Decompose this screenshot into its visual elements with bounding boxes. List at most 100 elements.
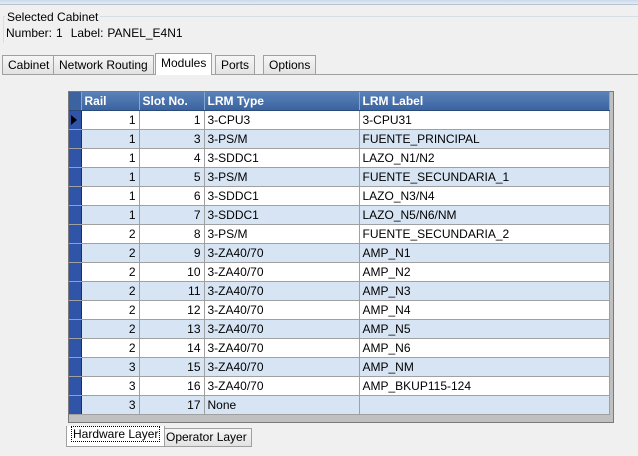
table-row[interactable]: 2 8 3-PS/M FUENTE_SECUNDARIA_2	[69, 224, 610, 244]
table-row[interactable]: 2 14 3-ZA40/70 AMP_N6	[69, 338, 610, 358]
cell-slot-no[interactable]: 17	[139, 395, 205, 415]
table-row[interactable]: 1 3 3-PS/M FUENTE_PRINCIPAL	[69, 129, 610, 149]
row-selector[interactable]	[69, 148, 82, 168]
cell-slot-no[interactable]: 6	[139, 186, 205, 206]
cell-lrm-label[interactable]: LAZO_N5/N6/NM	[359, 205, 610, 225]
cell-lrm-type[interactable]: 3-ZA40/70	[204, 281, 360, 301]
cell-lrm-type[interactable]: 3-ZA40/70	[204, 338, 360, 358]
cell-rail[interactable]: 3	[81, 357, 140, 377]
table-row[interactable]: 3 17 None	[69, 395, 610, 415]
cell-lrm-label[interactable]: AMP_N1	[359, 243, 610, 263]
cell-lrm-type[interactable]: 3-ZA40/70	[204, 243, 360, 263]
cell-lrm-label[interactable]: 3-CPU31	[359, 110, 610, 130]
row-selector[interactable]	[69, 300, 82, 320]
tab-cabinet[interactable]: Cabinet	[2, 55, 56, 74]
cell-lrm-type[interactable]: None	[204, 395, 360, 415]
cell-lrm-label[interactable]: AMP_NM	[359, 357, 610, 377]
cell-rail[interactable]: 2	[81, 262, 140, 282]
table-row[interactable]: 1 4 3-SDDC1 LAZO_N1/N2	[69, 148, 610, 168]
cell-lrm-label[interactable]: FUENTE_PRINCIPAL	[359, 129, 610, 149]
cell-lrm-type[interactable]: 3-SDDC1	[204, 205, 360, 225]
table-row[interactable]: 1 1 3-CPU3 3-CPU31	[69, 110, 610, 130]
row-selector[interactable]	[69, 186, 82, 206]
cell-lrm-type[interactable]: 3-PS/M	[204, 129, 360, 149]
cell-lrm-type[interactable]: 3-ZA40/70	[204, 376, 360, 396]
table-row[interactable]: 3 16 3-ZA40/70 AMP_BKUP115-124	[69, 376, 610, 396]
cell-slot-no[interactable]: 14	[139, 338, 205, 358]
cell-rail[interactable]: 1	[81, 186, 140, 206]
cell-lrm-label[interactable]: FUENTE_SECUNDARIA_1	[359, 167, 610, 187]
cell-lrm-label[interactable]: LAZO_N3/N4	[359, 186, 610, 206]
column-header-lrm-label[interactable]: LRM Label	[359, 92, 610, 111]
cell-slot-no[interactable]: 4	[139, 148, 205, 168]
cell-slot-no[interactable]: 3	[139, 129, 205, 149]
tab-ports[interactable]: Ports	[215, 55, 256, 74]
cell-rail[interactable]: 1	[81, 129, 140, 149]
cell-lrm-type[interactable]: 3-SDDC1	[204, 186, 360, 206]
row-selector[interactable]	[69, 319, 82, 339]
tab-hardware-layer[interactable]: Hardware Layer	[66, 426, 166, 447]
column-header-lrm-type[interactable]: LRM Type	[204, 92, 360, 111]
cell-rail[interactable]: 2	[81, 224, 140, 244]
table-row[interactable]: 2 11 3-ZA40/70 AMP_N3	[69, 281, 610, 301]
cell-lrm-type[interactable]: 3-SDDC1	[204, 148, 360, 168]
row-selector[interactable]	[69, 357, 82, 377]
cell-slot-no[interactable]: 5	[139, 167, 205, 187]
row-selector[interactable]	[69, 262, 82, 282]
table-row[interactable]: 2 13 3-ZA40/70 AMP_N5	[69, 319, 610, 339]
cell-rail[interactable]: 1	[81, 205, 140, 225]
row-selector[interactable]	[69, 129, 82, 149]
cell-lrm-label[interactable]: AMP_N5	[359, 319, 610, 339]
row-selector[interactable]	[69, 376, 82, 396]
row-selector[interactable]	[69, 395, 82, 415]
cell-lrm-type[interactable]: 3-ZA40/70	[204, 319, 360, 339]
table-row[interactable]: 2 12 3-ZA40/70 AMP_N4	[69, 300, 610, 320]
cell-rail[interactable]: 2	[81, 319, 140, 339]
cell-lrm-label[interactable]	[359, 395, 610, 415]
row-selector[interactable]	[69, 281, 82, 301]
column-header-slot-no[interactable]: Slot No.	[139, 92, 205, 111]
cell-slot-no[interactable]: 11	[139, 281, 205, 301]
cell-lrm-label[interactable]: AMP_N4	[359, 300, 610, 320]
tab-operator-layer[interactable]: Operator Layer	[161, 428, 252, 447]
table-row[interactable]: 2 9 3-ZA40/70 AMP_N1	[69, 243, 610, 263]
cell-slot-no[interactable]: 9	[139, 243, 205, 263]
cell-slot-no[interactable]: 12	[139, 300, 205, 320]
row-selector[interactable]	[69, 205, 82, 225]
tab-modules[interactable]: Modules	[155, 53, 213, 75]
cell-slot-no[interactable]: 15	[139, 357, 205, 377]
row-selector[interactable]	[69, 243, 82, 263]
cell-slot-no[interactable]: 10	[139, 262, 205, 282]
row-selector[interactable]	[69, 110, 82, 130]
cell-lrm-label[interactable]: FUENTE_SECUNDARIA_2	[359, 224, 610, 244]
row-selector[interactable]	[69, 224, 82, 244]
cell-rail[interactable]: 2	[81, 338, 140, 358]
table-row[interactable]: 1 5 3-PS/M FUENTE_SECUNDARIA_1	[69, 167, 610, 187]
cell-lrm-type[interactable]: 3-PS/M	[204, 167, 360, 187]
cell-lrm-label[interactable]: AMP_N2	[359, 262, 610, 282]
cell-rail[interactable]: 1	[81, 167, 140, 187]
cell-lrm-type[interactable]: 3-ZA40/70	[204, 300, 360, 320]
cell-slot-no[interactable]: 13	[139, 319, 205, 339]
cell-slot-no[interactable]: 1	[139, 110, 205, 130]
cell-slot-no[interactable]: 16	[139, 376, 205, 396]
cell-lrm-type[interactable]: 3-CPU3	[204, 110, 360, 130]
cell-lrm-label[interactable]: AMP_BKUP115-124	[359, 376, 610, 396]
tab-network-routing[interactable]: Network Routing	[53, 55, 154, 74]
cell-lrm-type[interactable]: 3-ZA40/70	[204, 262, 360, 282]
cell-rail[interactable]: 2	[81, 243, 140, 263]
cell-rail[interactable]: 1	[81, 148, 140, 168]
cell-rail[interactable]: 1	[81, 110, 140, 130]
cell-rail[interactable]: 2	[81, 300, 140, 320]
modules-grid[interactable]: Rail Slot No. LRM Type LRM Label 1 1 3-CPU…	[68, 91, 614, 423]
cell-slot-no[interactable]: 7	[139, 205, 205, 225]
row-selector[interactable]	[69, 338, 82, 358]
cell-lrm-label[interactable]: LAZO_N1/N2	[359, 148, 610, 168]
cell-rail[interactable]: 3	[81, 395, 140, 415]
table-row[interactable]: 1 6 3-SDDC1 LAZO_N3/N4	[69, 186, 610, 206]
cell-lrm-label[interactable]: AMP_N6	[359, 338, 610, 358]
cell-lrm-label[interactable]: AMP_N3	[359, 281, 610, 301]
cell-slot-no[interactable]: 8	[139, 224, 205, 244]
tab-options[interactable]: Options	[263, 55, 317, 74]
table-row[interactable]: 1 7 3-SDDC1 LAZO_N5/N6/NM	[69, 205, 610, 225]
